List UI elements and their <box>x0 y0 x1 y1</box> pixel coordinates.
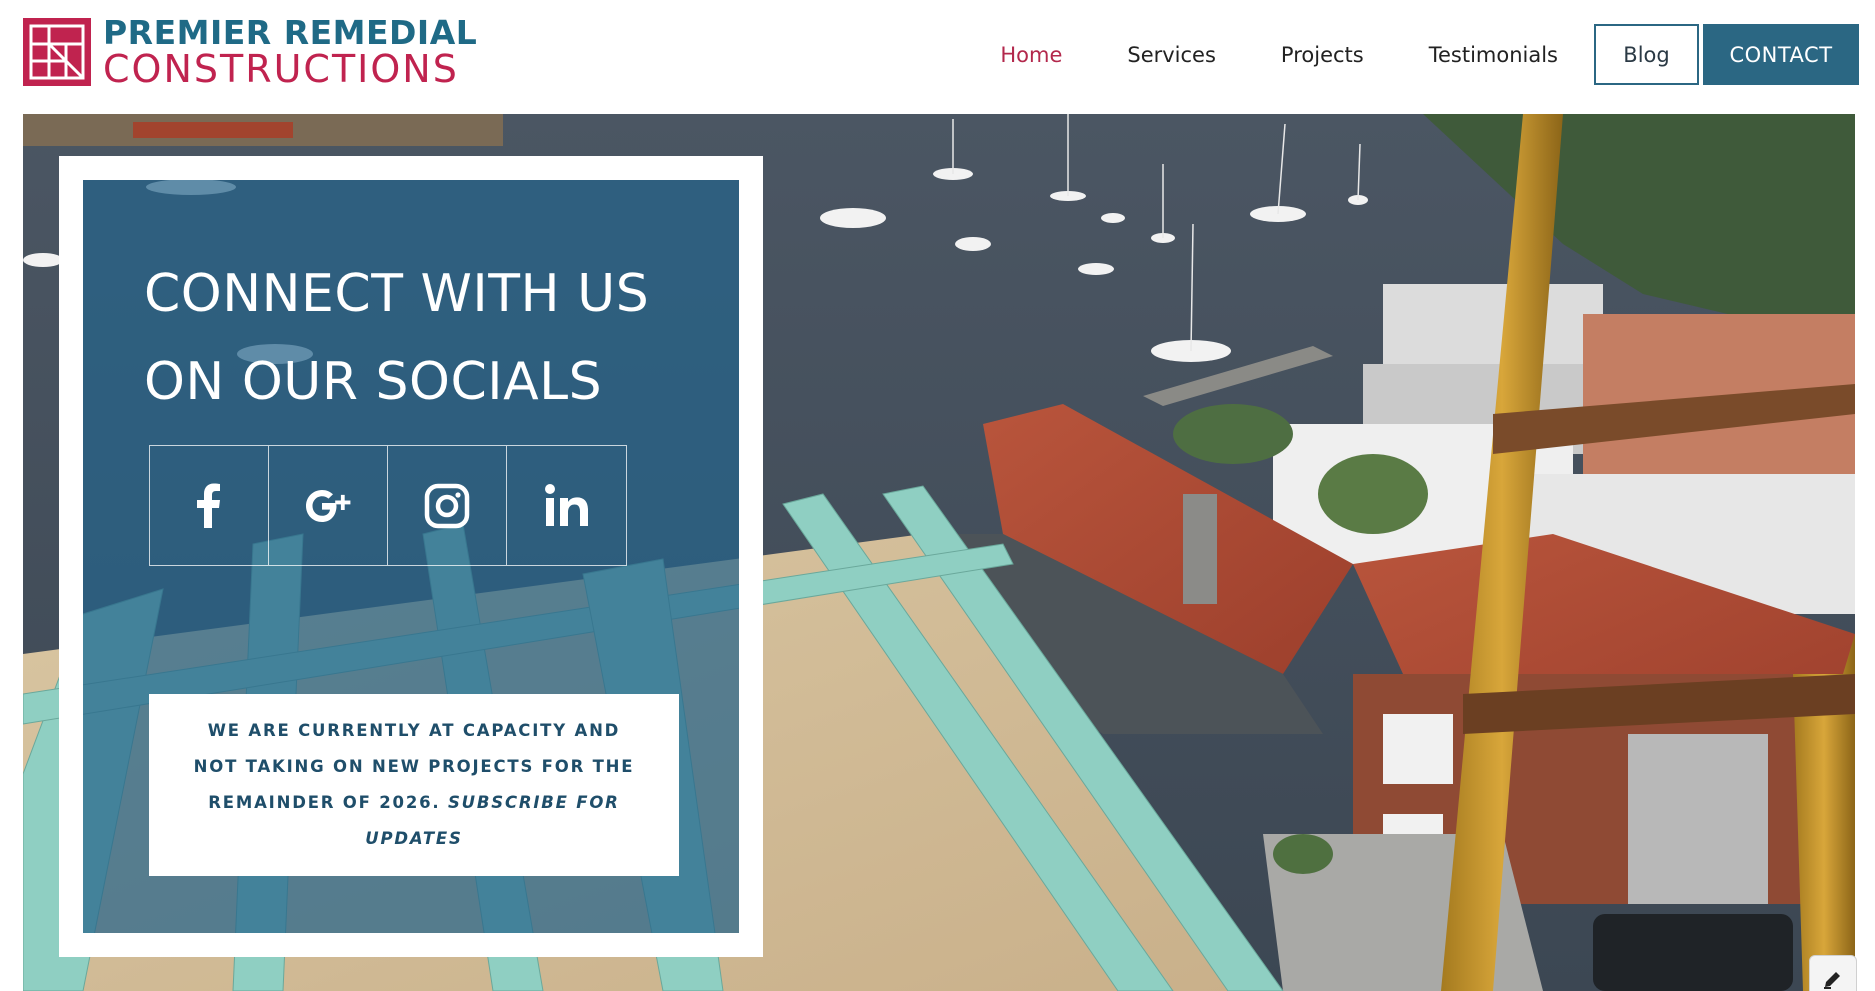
nav-testimonials[interactable]: Testimonials <box>1429 43 1558 67</box>
nav-home[interactable]: Home <box>1000 43 1062 67</box>
site-header: PREMIER REMEDIAL CONSTRUCTIONS Home Serv… <box>0 0 1875 114</box>
instagram-link[interactable] <box>388 446 507 565</box>
edit-button[interactable] <box>1809 955 1857 991</box>
capacity-notice: WE ARE CURRENTLY AT CAPACITY AND NOT TAK… <box>149 694 679 876</box>
main-nav: Home Services Projects Testimonials Blog… <box>1000 24 1859 85</box>
linkedin-link[interactable] <box>507 446 626 565</box>
instagram-icon <box>424 483 470 528</box>
pencil-icon <box>1824 972 1840 989</box>
google-plus-icon <box>306 489 351 522</box>
social-card-panel: CONNECT WITH US ON OUR SOCIALS WE ARE CU… <box>83 180 739 933</box>
site-logo[interactable]: PREMIER REMEDIAL CONSTRUCTIONS <box>22 16 477 88</box>
logo-line-2: CONSTRUCTIONS <box>103 47 459 91</box>
google-plus-link[interactable] <box>269 446 388 565</box>
nav-services[interactable]: Services <box>1127 43 1216 67</box>
logo-wordmark: PREMIER REMEDIAL CONSTRUCTIONS <box>103 16 477 88</box>
nav-projects[interactable]: Projects <box>1281 43 1364 67</box>
social-card: CONNECT WITH US ON OUR SOCIALS WE ARE CU… <box>59 156 763 957</box>
linkedin-icon <box>544 483 588 526</box>
logo-line-1: PREMIER REMEDIAL <box>103 13 478 52</box>
facebook-icon <box>197 483 220 528</box>
capacity-notice-text: WE ARE CURRENTLY AT CAPACITY AND NOT TAK… <box>189 713 639 857</box>
hero-banner: CONNECT WITH US ON OUR SOCIALS WE ARE CU… <box>23 114 1855 991</box>
facebook-link[interactable] <box>150 446 269 565</box>
logo-grid-mark-icon <box>23 18 91 86</box>
blog-button[interactable]: Blog <box>1594 24 1699 85</box>
hero-title: CONNECT WITH US ON OUR SOCIALS <box>144 264 650 412</box>
contact-button[interactable]: CONTACT <box>1703 24 1859 85</box>
social-links <box>149 445 627 566</box>
